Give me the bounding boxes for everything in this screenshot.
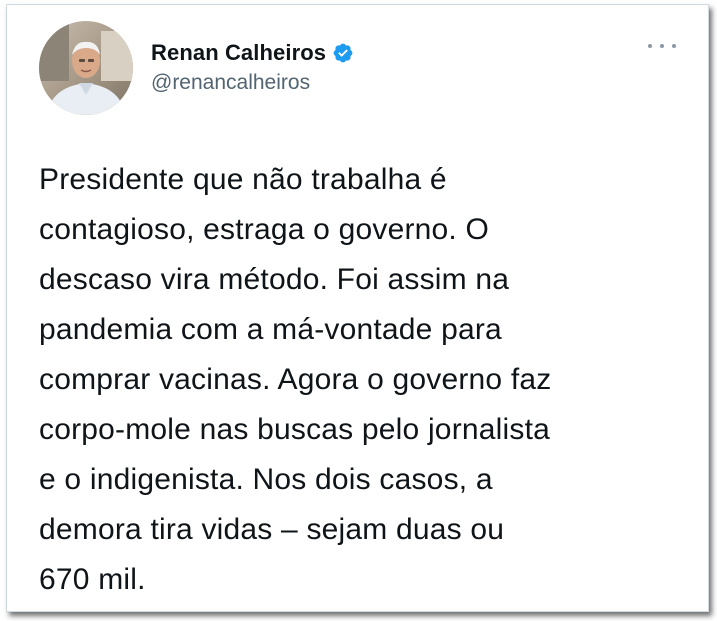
author-avatar[interactable] xyxy=(39,21,133,115)
author-info: Renan Calheiros @renancalheiros xyxy=(151,39,354,95)
tweet-card: Renan Calheiros @renancalheiros Presiden… xyxy=(6,4,709,612)
tweet-header: Renan Calheiros @renancalheiros xyxy=(39,21,684,117)
tweet-text: Presidente que não trabalha é contagioso… xyxy=(39,163,552,596)
author-handle[interactable]: @renancalheiros xyxy=(151,71,354,95)
avatar-photo xyxy=(39,21,133,115)
more-dot xyxy=(660,44,664,48)
more-options-icon[interactable] xyxy=(648,37,676,55)
more-dot xyxy=(672,44,676,48)
more-dot xyxy=(648,44,652,48)
author-name-row: Renan Calheiros xyxy=(151,39,354,67)
author-display-name[interactable]: Renan Calheiros xyxy=(151,40,326,66)
verified-badge-icon xyxy=(332,42,354,64)
